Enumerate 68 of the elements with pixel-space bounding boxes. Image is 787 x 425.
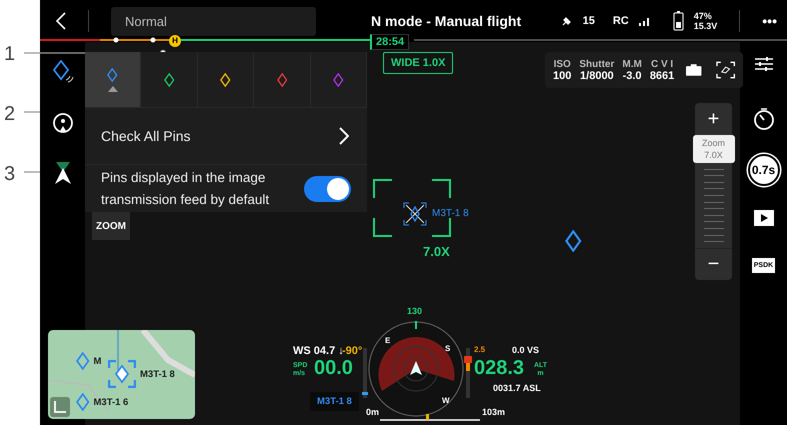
zoom-level-label: Zoom 7.0X xyxy=(692,135,734,163)
callout-number: 1 xyxy=(4,42,16,66)
callout-number: 3 xyxy=(4,162,16,186)
zoom-button[interactable]: ZOOM xyxy=(92,212,130,240)
pin-tool-icon[interactable] xyxy=(52,60,74,84)
map-pin-icon xyxy=(76,393,90,411)
chevron-right-icon xyxy=(339,127,349,145)
map-pin-label: M3T-1 8 xyxy=(140,368,175,380)
more-menu-button[interactable]: ••• xyxy=(762,13,777,29)
speed-value: 00.0 xyxy=(314,357,353,379)
lens-badge: WIDE 1.0X xyxy=(383,52,454,74)
vs-scale: 2.5 xyxy=(474,346,486,355)
map-expand-icon[interactable] xyxy=(50,397,70,417)
flight-mode-field[interactable]: Normal xyxy=(111,6,316,36)
target-icon[interactable] xyxy=(52,112,74,134)
back-button[interactable] xyxy=(56,12,66,30)
distance-end: 103m xyxy=(482,408,506,418)
battery-percent: 47% xyxy=(694,11,713,21)
pin-diamond-icon xyxy=(565,230,582,252)
param-value: 1/8000 xyxy=(580,70,614,82)
playback-icon[interactable] xyxy=(754,210,774,226)
window-title: N mode - Manual flight xyxy=(371,13,522,29)
flight-time: 28:54 xyxy=(370,34,410,50)
param-label: ISO xyxy=(554,58,571,70)
timer-icon[interactable] xyxy=(752,108,774,130)
speed-bar xyxy=(362,348,368,398)
shutter-button[interactable]: 0.7s xyxy=(748,154,780,186)
map-pin-label: M3T-1 6 xyxy=(94,396,128,408)
map-pin-icon xyxy=(76,352,90,370)
pins-toggle-switch[interactable] xyxy=(304,176,351,202)
distance-start: 0m xyxy=(366,408,380,418)
param-label: C V I xyxy=(650,58,674,70)
minimap[interactable]: M M3T-1 8 M3T-1 6 xyxy=(48,330,195,419)
check-all-pins-row[interactable]: Check All Pins xyxy=(85,108,367,165)
compass-letter: E xyxy=(385,337,390,346)
callout-number: 2 xyxy=(4,102,16,126)
compass-letter: S xyxy=(445,345,450,354)
target-zoom: 7.0X xyxy=(423,245,450,260)
param-label: Shutter xyxy=(579,58,614,70)
pin-color-option[interactable] xyxy=(85,52,142,107)
selected-caret-icon xyxy=(108,86,118,92)
battery-voltage: 15.3V xyxy=(694,21,718,31)
rc-label: RC xyxy=(612,15,629,27)
satellite-count: 15 xyxy=(582,15,595,27)
toggle-label: Pins displayed in the image transmission feed by default xyxy=(101,168,270,209)
altitude-value: 028.3 xyxy=(474,357,524,379)
zoom-in-button[interactable]: + xyxy=(695,103,732,135)
zoom-out-button[interactable]: − xyxy=(695,248,732,280)
focus-frame-icon[interactable] xyxy=(716,61,735,79)
wind-speed: WS 04.7 ↓ xyxy=(293,345,344,358)
target-label: M3T-1 8 xyxy=(432,208,469,219)
param-value: -3.0 xyxy=(622,70,642,82)
signal-icon xyxy=(638,16,651,26)
asl-altitude: 0031.7 ASL xyxy=(493,384,541,394)
battery-icon xyxy=(672,11,684,31)
map-pin-label: M xyxy=(94,356,102,366)
camera-mode-icon[interactable] xyxy=(686,64,702,76)
compass-letter: W xyxy=(442,397,450,406)
wind-direction: -90° xyxy=(342,345,362,358)
settings-sliders-icon[interactable] xyxy=(754,56,772,72)
pin-target-icon xyxy=(403,202,427,226)
param-value: 100 xyxy=(553,70,572,82)
param-value: 8661 xyxy=(650,70,674,82)
vertical-speed: 0.0 VS xyxy=(512,346,540,356)
pin-tag: M3T-1 8 xyxy=(310,392,359,411)
altitude-bar xyxy=(464,348,472,398)
heading-value: 130 xyxy=(407,307,422,317)
param-label: M.M xyxy=(622,58,642,70)
